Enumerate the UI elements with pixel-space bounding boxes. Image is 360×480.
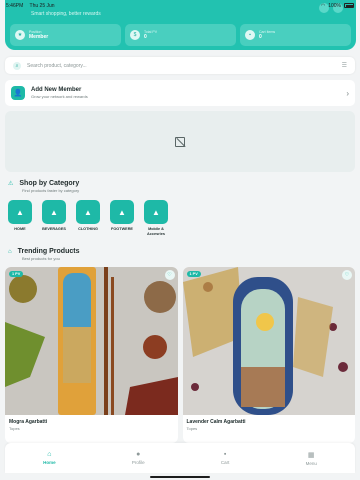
menu-grid-icon: ▦ [307, 451, 315, 459]
status-bar: 5:46PM Thu 25 Jun ◠ 100% [0, 0, 360, 11]
product-image [182, 267, 355, 415]
search-input[interactable]: Search product, category... [27, 63, 342, 69]
product-type: Topes [9, 426, 20, 431]
category-section-icon: ⚠ [8, 181, 14, 187]
product-name: Lavender Calm Agarbatti [186, 419, 246, 425]
category-home[interactable]: ▲ HOME [8, 200, 32, 236]
trending-section-icon: ⌂ [8, 248, 12, 255]
category-clothing[interactable]: ▲ CLOTHING [76, 200, 100, 236]
nav-profile[interactable]: ● Profile [132, 451, 145, 465]
favorite-icon[interactable]: ♡ [342, 270, 352, 280]
trending-header: ⌂ Trending Products Best products for yo… [8, 248, 79, 261]
add-member-title: Add New Member [31, 87, 82, 93]
category-label: BEVERAGES [42, 227, 66, 231]
status-date: Thu 25 Jun [29, 2, 55, 9]
category-beverages[interactable]: ▲ BEVERAGES [42, 200, 66, 236]
status-time: 5:46PM [6, 2, 24, 9]
nav-cart[interactable]: ▪ Cart [221, 451, 230, 465]
category-mobile-accessories[interactable]: ▲ Mobile & Accesries [144, 200, 168, 236]
stat-cart-items: ▪ Cart Items 0 [240, 24, 351, 46]
category-icon: ▲ [42, 200, 66, 224]
pv-badge: 1 PV [186, 271, 201, 277]
category-label: HOME [14, 227, 26, 231]
nav-menu[interactable]: ▦ Menu [306, 451, 317, 466]
trending-subtitle: Best products for you [22, 256, 60, 261]
category-icon: ▲ [110, 200, 134, 224]
home-indicator [150, 476, 210, 478]
search-icon: ⌕ [13, 61, 21, 70]
product-image [5, 267, 178, 415]
add-member-card[interactable]: 👤 Add New Member Grow your network and r… [5, 80, 355, 106]
nav-label: Home [43, 460, 56, 465]
stat-value: 0 [259, 34, 262, 40]
hero-subtitle: Smart shopping, better rewards [31, 11, 101, 17]
chevron-right-icon: › [346, 88, 349, 98]
nav-home[interactable]: ⌂ Home [43, 451, 56, 465]
categories-title: Shop by Category [19, 180, 80, 187]
home-icon: ⌂ [47, 451, 52, 458]
category-icon: ▲ [144, 200, 168, 224]
product-card[interactable]: 1 PV ♡ Mogra Agarbatti Topes [5, 267, 178, 443]
category-footwere[interactable]: ▲ FOOTWERE [110, 200, 134, 236]
category-list: ▲ HOME ▲ BEVERAGES ▲ CLOTHING ▲ FOOTWERE… [8, 200, 168, 236]
category-label: Mobile & Accesries [147, 227, 165, 236]
badge-icon: ★ [15, 30, 25, 40]
app-screen: 5:46PM Thu 25 Jun ◠ 100% Smart shopping,… [0, 0, 360, 480]
category-label: FOOTWERE [111, 227, 133, 231]
product-type: Topes [186, 426, 198, 431]
category-icon: ▲ [76, 200, 100, 224]
categories-header: ⚠ Shop by Category Find products faster … [8, 180, 79, 193]
battery-percent: 100% [328, 2, 341, 9]
stats-row: ★ Position Member $ Total PV 0 ▪ Cart It… [10, 24, 351, 46]
add-user-icon: 👤 [11, 86, 25, 100]
profile-icon: ● [136, 451, 141, 458]
cart-icon: ▪ [223, 451, 227, 458]
product-card[interactable]: 1 PV ♡ Lavender Calm Agarbatti Topes [182, 267, 355, 443]
nav-label: Menu [305, 460, 317, 466]
product-list: 1 PV ♡ Mogra Agarbatti Topes 1 PV ♡ Lave… [5, 267, 355, 443]
nav-label: Profile [131, 460, 145, 465]
stat-position: ★ Position Member [10, 24, 121, 46]
stat-value: 0 [144, 34, 147, 40]
broken-image-icon [175, 136, 185, 147]
categories-subtitle: Find products faster by category [22, 188, 80, 193]
stat-total-pv: $ Total PV 0 [125, 24, 236, 46]
bottom-nav: ⌂ Home ● Profile ▪ Cart ▦ Menu [5, 443, 355, 473]
filter-icon[interactable]: ☰ [342, 62, 347, 69]
add-member-subtitle: Grow your network and rewards [31, 94, 88, 99]
wifi-icon: ◠ [320, 2, 326, 9]
product-name: Mogra Agarbatti [9, 419, 48, 425]
battery-icon [344, 3, 354, 8]
cart-icon: ▪ [245, 30, 255, 40]
pv-badge: 1 PV [9, 271, 24, 277]
favorite-icon[interactable]: ♡ [164, 270, 175, 280]
search-bar[interactable]: ⌕ Search product, category... ☰ [5, 57, 355, 74]
trending-title: Trending Products [17, 248, 80, 255]
nav-label: Cart [220, 460, 230, 465]
dollar-icon: $ [130, 30, 140, 40]
category-label: CLOTHING [78, 227, 98, 231]
promo-banner[interactable] [5, 111, 355, 172]
category-icon: ▲ [8, 200, 32, 224]
stat-value: Member [29, 34, 49, 40]
